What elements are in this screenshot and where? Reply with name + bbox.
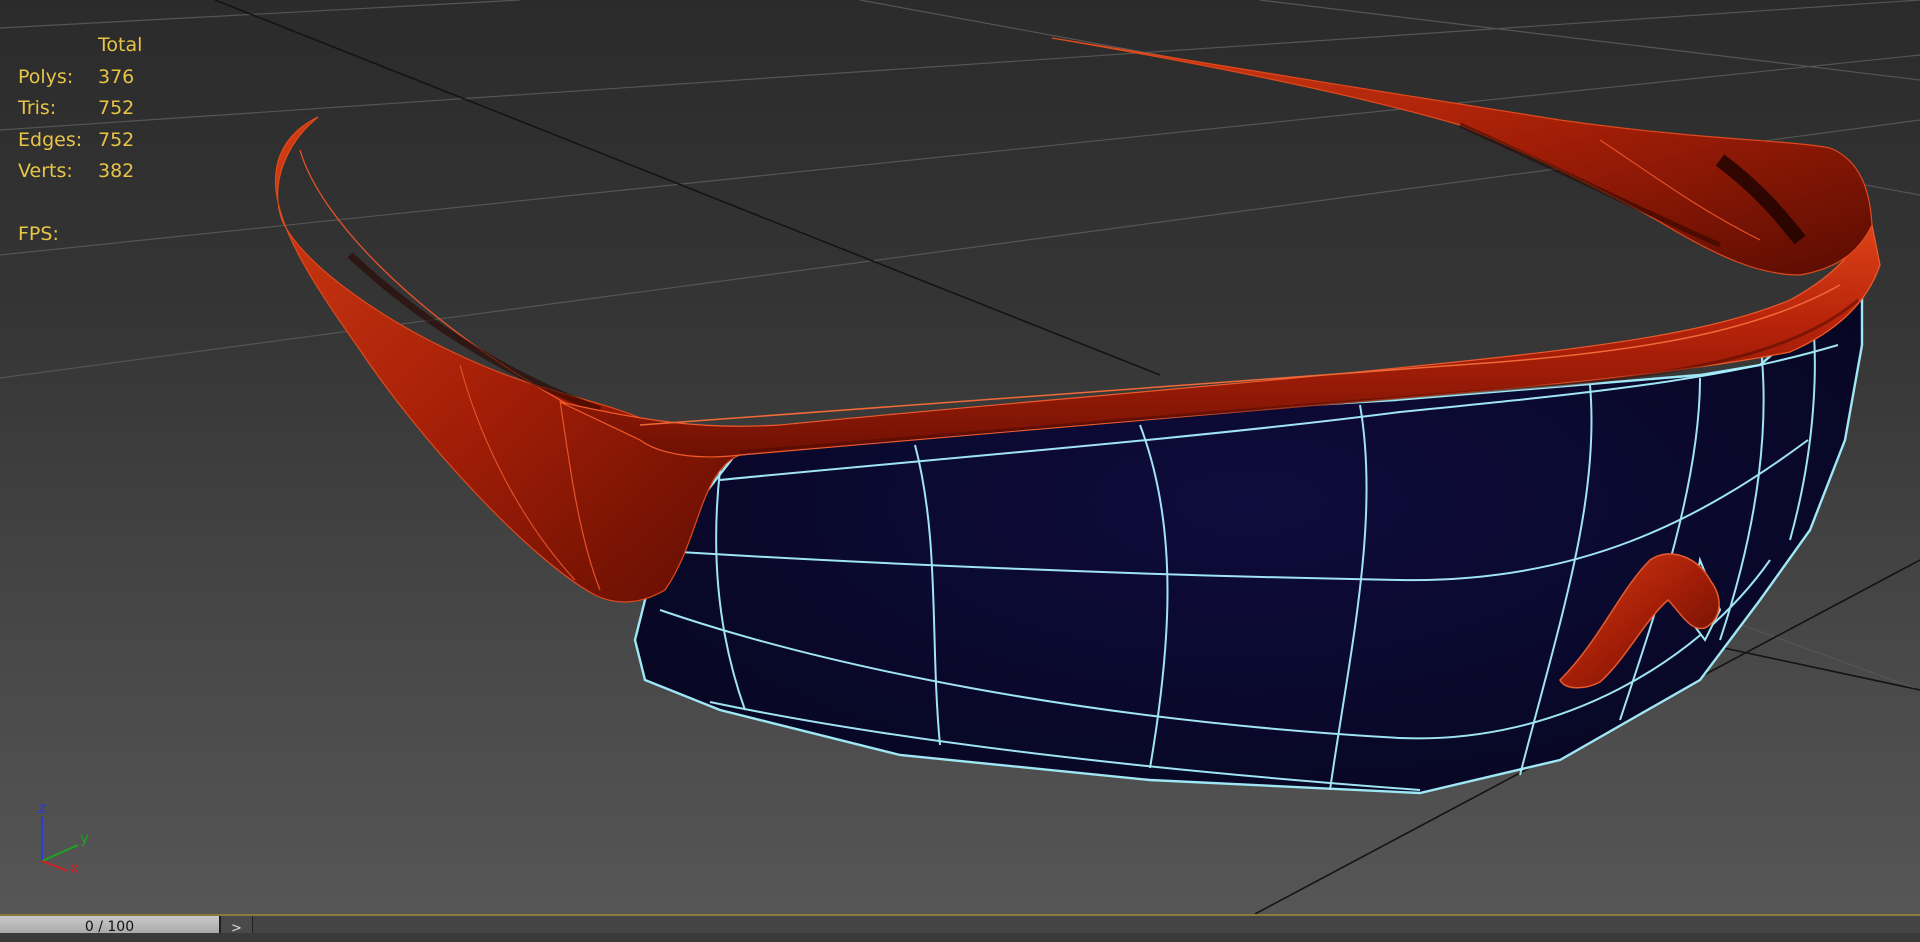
stats-overlay: Total Polys: 376 Tris: 752 Edges: 752 Ve… (18, 30, 142, 250)
axis-x-label: x (70, 859, 79, 875)
grid-line (0, 0, 521, 29)
time-slider-label: 0 / 100 (84, 919, 135, 933)
stat-row-tris: Tris: 752 (18, 93, 142, 125)
stat-label: Polys: (18, 65, 74, 88)
next-frame-button[interactable]: > (221, 916, 253, 936)
stat-label: Tris: (18, 97, 57, 119)
stat-label: Edges: (18, 128, 83, 151)
axis-z-label: z (38, 799, 46, 817)
axis-gizmo: z y x (38, 799, 89, 875)
stats-header: Total (98, 34, 143, 56)
fps-label: FPS: (18, 222, 59, 245)
axis-x-line (41, 860, 69, 872)
perspective-viewport[interactable]: Total Polys: 376 Tris: 752 Edges: 752 Ve… (0, 0, 1920, 914)
stat-value: 376 (98, 65, 135, 88)
time-slider-bar: 0 / 100 > (0, 914, 1920, 936)
stat-value: 752 (98, 97, 135, 119)
stat-row-verts: Verts: 382 (18, 156, 142, 188)
time-track[interactable] (253, 916, 1920, 933)
right-temple (1051, 37, 1873, 276)
axis-y-label: y (80, 829, 89, 847)
stat-row-fps: FPS: (18, 219, 142, 251)
scene-canvas[interactable] (0, 0, 1920, 914)
stat-label: Verts: (18, 160, 73, 182)
stat-value: 752 (98, 128, 135, 151)
grid-line (1259, 0, 1920, 81)
stat-row-polys: Polys: 376 (18, 62, 142, 94)
stat-value: 382 (98, 160, 135, 182)
stat-row-edges: Edges: 752 (18, 125, 142, 157)
time-slider-thumb[interactable]: 0 / 100 (0, 916, 221, 933)
grid-line (0, 0, 1920, 131)
